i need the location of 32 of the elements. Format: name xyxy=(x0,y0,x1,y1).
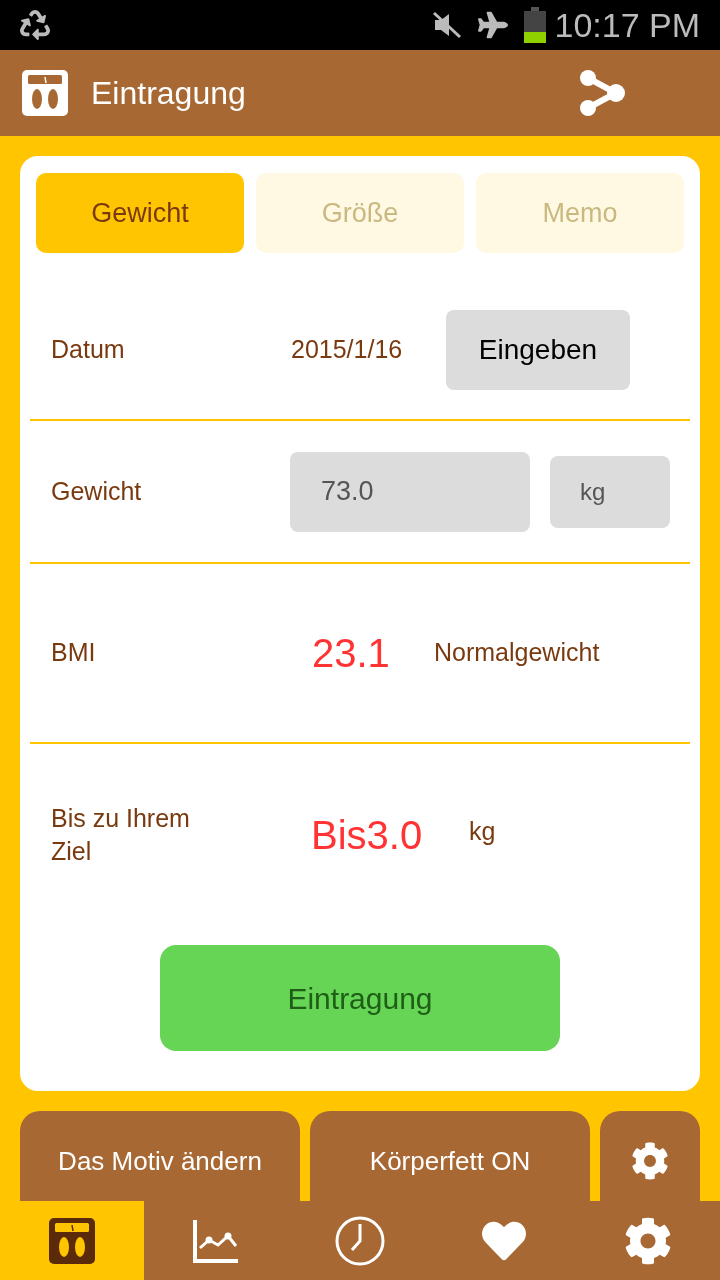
airplane-icon xyxy=(478,10,509,40)
goal-unit: kg xyxy=(469,816,496,848)
line-chart-icon xyxy=(192,1218,240,1264)
unit-selector[interactable]: kg xyxy=(550,455,670,528)
app-logo-icon xyxy=(21,69,69,117)
nav-tab[interactable] xyxy=(0,1201,144,1280)
bmi-label: BMI xyxy=(51,637,97,669)
settings-icon xyxy=(631,1142,669,1180)
settings-icon xyxy=(624,1217,672,1265)
mute-icon xyxy=(432,11,463,39)
tab[interactable]: Gewicht xyxy=(36,173,244,253)
goal-value: Bis3.0 xyxy=(311,812,424,859)
share-icon[interactable] xyxy=(578,70,626,116)
battery-icon xyxy=(524,7,547,43)
heart-icon xyxy=(482,1219,526,1263)
goal-label: Bis zu Ihrem Ziel xyxy=(51,803,191,867)
enter-date-button[interactable]: Eingeben xyxy=(446,310,630,390)
bmi-category: Normalgewicht xyxy=(434,637,600,669)
action-button[interactable]: Körperfett ON xyxy=(310,1111,590,1201)
clock-time: 10:17 PM xyxy=(554,4,700,46)
date-value: 2015/1/16 xyxy=(291,334,404,366)
bmi-value: 23.1 xyxy=(312,630,391,677)
submit-button[interactable]: Eintragung xyxy=(160,945,560,1051)
weight-field[interactable]: 73.0 xyxy=(290,451,530,532)
scale-icon xyxy=(48,1217,96,1265)
recycle-icon xyxy=(20,10,50,40)
clock-icon xyxy=(334,1215,386,1267)
weight-label: Gewicht xyxy=(51,475,143,507)
action-button[interactable]: Das Motiv ändern xyxy=(20,1111,300,1201)
settings-button[interactable] xyxy=(600,1111,700,1201)
date-label: Datum xyxy=(51,334,126,366)
app-title: Eintragung xyxy=(91,74,247,113)
